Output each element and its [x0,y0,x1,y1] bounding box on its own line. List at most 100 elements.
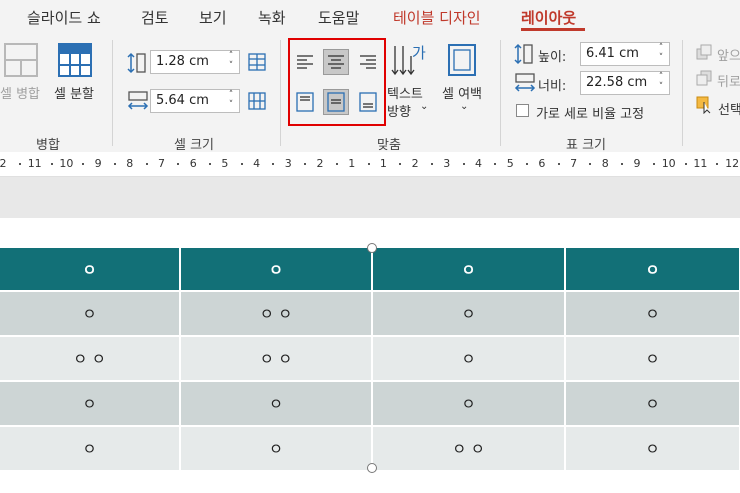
ruler-label: 9 [94,157,102,170]
split-cells-icon[interactable] [58,43,92,77]
table-height-value: 6.41 cm [586,46,639,61]
resize-handle-top[interactable] [367,243,377,253]
group-separator [280,40,281,146]
chevron-down-icon[interactable]: ⌄ [420,101,428,112]
cell-height-value: 1.28 cm [156,54,209,69]
table-height-label: 높이: [538,50,567,65]
table-cell[interactable]: ㅇ ㅇ [180,291,373,337]
selection-pane-icon[interactable] [696,96,714,114]
ruler-label: 1 [379,157,387,170]
table-cell[interactable]: ㅇ [0,381,181,427]
table-cell[interactable]: ㅇ [565,336,740,382]
distribute-rows-icon[interactable] [247,52,267,72]
ruler-label: 8 [126,157,134,170]
table-height-input[interactable]: 6.41 cm ˄ ˅ [580,42,670,66]
header-cell[interactable]: ㅇ [565,248,740,292]
ruler-label: 10 [59,157,74,170]
column-width-icon [127,91,149,110]
cell-height-input[interactable]: 1.28 cm ˄ ˅ [150,50,240,74]
ruler-tick [113,163,116,165]
ruler-label: 4 [475,157,482,170]
ruler-label: 2 [411,157,419,170]
ruler-tick [494,163,497,165]
tab-review[interactable]: 검토 [141,7,169,28]
ruler-tick [652,163,655,165]
spin-arrows-icon[interactable]: ˄ ˅ [656,72,666,92]
send-backward-button[interactable]: 뒤로 [717,71,740,90]
table-cell[interactable]: ㅇ ㅇ [372,426,566,472]
ruler-label: 3 [443,157,451,170]
table-cell[interactable]: ㅇ [565,426,740,472]
table-cell[interactable]: ㅇ [565,291,740,337]
ruler-label: 9 [633,157,641,170]
bring-forward-icon[interactable] [696,44,712,60]
merge-cells-icon[interactable] [4,43,38,77]
bring-forward-button[interactable]: 앞으 [717,45,740,64]
lock-aspect-ratio-label: 가로 세로 비율 고정 [536,107,645,122]
resize-handle-bottom[interactable] [367,463,377,473]
table-cell[interactable]: ㅇ [372,336,566,382]
ruler-tick [430,163,433,165]
canvas-background [0,177,740,218]
ruler-label: 6 [538,157,546,170]
table-cell[interactable]: ㅇ [372,291,566,337]
text-direction-label-1[interactable]: 텍스트 [387,83,423,102]
tab-view[interactable]: 보기 [199,7,227,28]
table-cell[interactable]: ㅇ ㅇ [0,336,181,382]
lock-aspect-ratio-checkbox[interactable] [516,104,529,117]
table-cell[interactable]: ㅇ [180,426,373,472]
ruler-tick [526,163,529,165]
split-cells-button[interactable]: 셀 분할 [54,83,94,102]
table-cell[interactable]: ㅇ [180,381,373,427]
header-cell[interactable]: ㅇ [372,248,566,292]
cell-margins-button[interactable]: 셀 여백 [442,83,482,102]
ruler-label: 1 [348,157,356,170]
ruler-tick [621,163,624,165]
table-cell[interactable]: ㅇ [565,381,740,427]
table-cell[interactable]: ㅇ [372,381,566,427]
row-height-icon [127,52,146,74]
svg-text:가: 가 [412,44,426,62]
ruler-label: 5 [506,157,514,170]
merge-cells-button[interactable]: 셀 병합 [0,83,40,102]
table-width-input[interactable]: 22.58 cm ˄ ˅ [580,71,670,95]
header-cell[interactable]: ㅇ [0,248,181,292]
table-height-icon [514,43,533,65]
table-width-icon [514,73,536,92]
header-cell[interactable]: ㅇ [180,248,373,292]
tab-table-design[interactable]: 테이블 디자인 [393,7,481,28]
table-cell[interactable]: ㅇ [0,426,181,472]
tab-slide-show[interactable]: 슬라이드 쇼 [27,7,101,28]
tab-help[interactable]: 도움말 [318,7,359,28]
table-cell[interactable]: ㅇ ㅇ [180,336,373,382]
text-direction-label-2[interactable]: 방향 [387,101,411,120]
tab-layout[interactable]: 레이아웃 [521,7,576,28]
cell-width-input[interactable]: 5.64 cm ˄ ˅ [150,89,240,113]
ruler-label: 7 [570,157,578,170]
send-backward-icon[interactable] [696,70,712,86]
spin-arrows-icon[interactable]: ˄ ˅ [226,51,236,71]
ruler-label: 5 [221,157,229,170]
selection-pane-button[interactable]: 선택 [718,99,740,118]
cell-width-value: 5.64 cm [156,93,209,108]
ruler-tick [716,163,719,165]
spin-arrows-icon[interactable]: ˄ ˅ [226,90,236,110]
group-separator [682,40,683,146]
tab-record[interactable]: 녹화 [258,7,286,28]
table-cell[interactable]: ㅇ [0,291,181,337]
ribbon-tabs: 슬라이드 쇼 검토 보기 녹화 도움말 테이블 디자인 레이아웃 [0,0,740,32]
data-table[interactable]: ㅇ ㅇ ㅇ ㅇ ㅇ ㅇ ㅇ ㅇ ㅇ ㅇ ㅇ ㅇ ㅇ ㅇ ㅇ ㅇ ㅇ ㅇ ㅇ ㅇ … [0,248,740,472]
ruler-label: 11 [693,157,708,170]
distribute-columns-icon[interactable] [247,91,267,111]
ruler-label: 7 [158,157,165,170]
text-direction-icon[interactable]: 가 [390,42,430,80]
spin-arrows-icon[interactable]: ˄ ˅ [656,43,666,63]
chevron-down-icon[interactable]: ⌄ [460,101,468,112]
ruler-tick [684,163,687,165]
cell-margins-icon[interactable] [446,42,478,78]
ruler-label: 4 [253,157,261,170]
ruler-label: 12 [725,157,740,170]
table-width-value: 22.58 cm [586,75,648,90]
table-row: ㅇ ㅇ ㅇ ㅇ ㅇ ㅇ [0,336,740,382]
ruler-label: 8 [601,157,609,170]
